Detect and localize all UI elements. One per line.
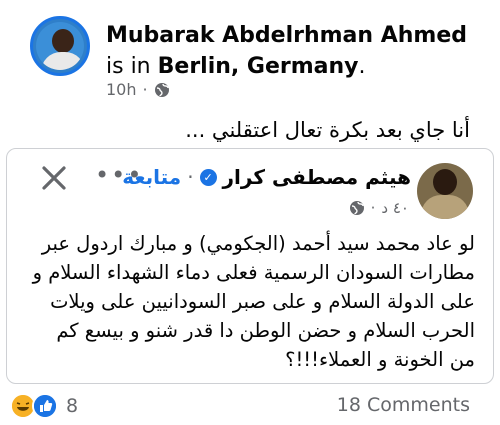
- post-header: Mubarak Abdelrhman Ahmed is in Berlin, G…: [106, 20, 486, 82]
- is-in-text: is in: [106, 54, 151, 79]
- comments-count[interactable]: 18 Comments: [337, 394, 470, 416]
- location-suffix: .: [358, 54, 366, 79]
- shared-meta: ٤٠ د ·: [349, 199, 409, 217]
- shared-post-card[interactable]: ••• هيثم مصطفى كرار ✓ · متابعة ٤٠ د · لو…: [6, 148, 494, 384]
- close-icon[interactable]: [37, 161, 71, 195]
- verified-badge-icon: ✓: [199, 168, 217, 186]
- reaction-count: 8: [66, 395, 79, 417]
- location-link[interactable]: Berlin, Germany: [158, 54, 359, 79]
- reactions-summary[interactable]: 8: [10, 393, 78, 419]
- globe-icon: [154, 82, 170, 98]
- shared-author-avatar[interactable]: [417, 163, 473, 219]
- shared-author-name[interactable]: هيثم مصطفى كرار: [223, 165, 411, 189]
- shared-author-row: هيثم مصطفى كرار ✓ · متابعة: [122, 165, 411, 189]
- follow-button[interactable]: متابعة: [122, 165, 181, 189]
- post-text: أنا جاي بعد بكرة تعال اعتقلني ...: [185, 118, 470, 142]
- like-reaction-icon: [32, 393, 58, 419]
- shared-meta-dot: ·: [370, 199, 376, 217]
- shared-sep: ·: [187, 165, 194, 189]
- post-meta: 10h ·: [106, 80, 170, 99]
- post-time[interactable]: 10h: [106, 80, 137, 99]
- meta-dot: ·: [142, 80, 148, 99]
- author-name[interactable]: Mubarak Abdelrhman Ahmed: [106, 23, 467, 48]
- author-avatar[interactable]: [30, 16, 90, 76]
- shared-time[interactable]: ٤٠ د: [381, 199, 409, 217]
- globe-icon: [349, 200, 365, 216]
- shared-post-text: لو عاد محمد سيد أحمد (الجكومي) و مبارك ا…: [32, 232, 475, 371]
